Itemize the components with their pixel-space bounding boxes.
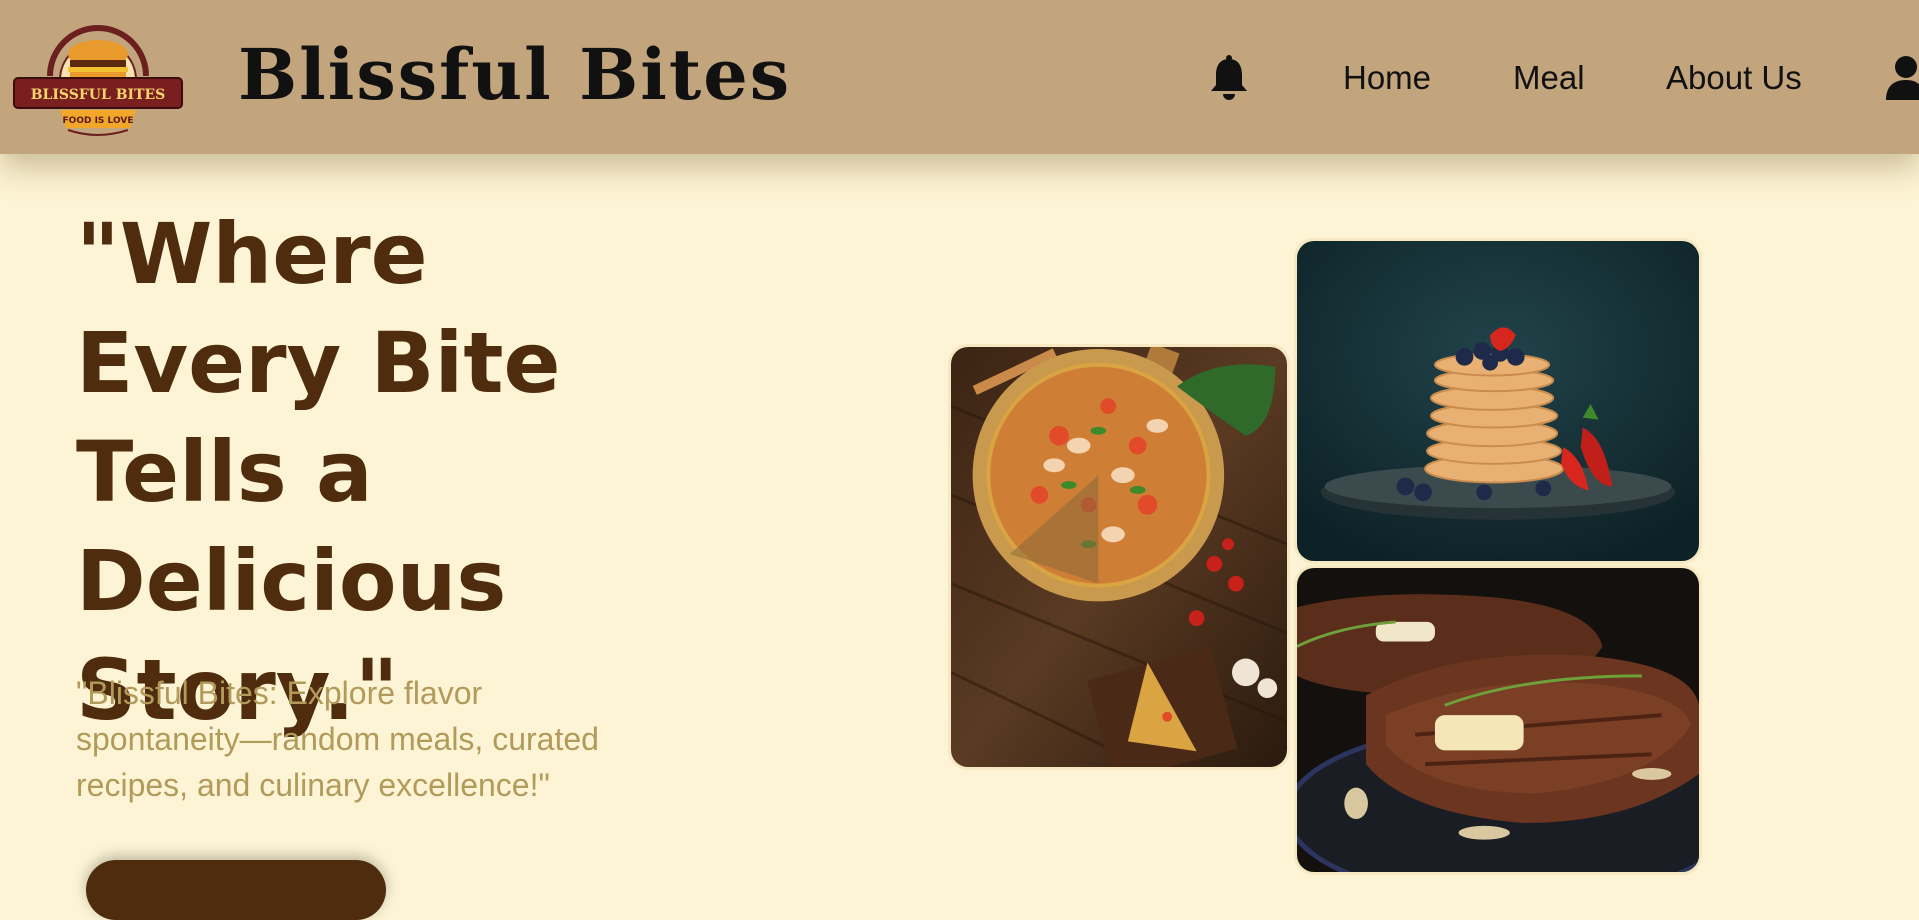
cta-button[interactable]	[86, 860, 386, 920]
bell-icon[interactable]	[1209, 55, 1249, 101]
logo-tagline: FOOD IS LOVE	[63, 116, 134, 126]
pancakes-image	[1294, 238, 1702, 564]
nav-about-us-link[interactable]: About Us	[1666, 52, 1802, 104]
hero-headline: "Where Every Bite Tells a Delicious Stor…	[76, 205, 561, 739]
brand-logo[interactable]: BLISSFUL BITES FOOD IS LOVE	[12, 18, 184, 136]
logo-wordmark: BLISSFUL BITES	[31, 87, 166, 103]
pizza-image	[948, 344, 1290, 770]
hero-subheadline: "Blissful Bites: Explore flavor spontane…	[76, 675, 599, 803]
nav-meal-link[interactable]: Meal	[1513, 52, 1585, 104]
steak-image	[1294, 565, 1702, 875]
user-icon[interactable]	[1884, 54, 1919, 100]
top-navbar: BLISSFUL BITES FOOD IS LOVE Blissful Bit…	[0, 0, 1919, 154]
nav-home-link[interactable]: Home	[1343, 52, 1431, 104]
brand-title: Blissful Bites	[238, 33, 792, 116]
